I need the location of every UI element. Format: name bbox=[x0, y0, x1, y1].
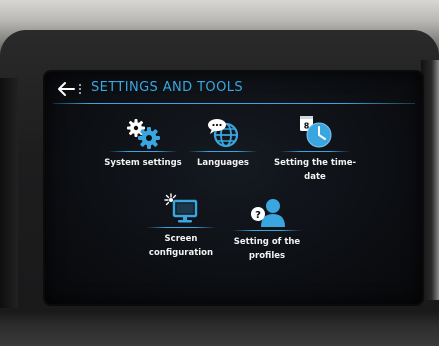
tile-underline bbox=[146, 227, 216, 228]
tile-label: Setting the time-date bbox=[274, 158, 356, 182]
tile-underline bbox=[108, 151, 178, 152]
profile-question-icon: ? bbox=[251, 199, 285, 227]
back-arrow-icon bbox=[58, 82, 75, 96]
globe-speech-icon bbox=[208, 119, 239, 148]
tile-underline bbox=[280, 151, 350, 152]
screen-header: SETTINGS AND TOOLS bbox=[45, 72, 422, 104]
tile-screen-configuration[interactable]: Screen configuration bbox=[141, 192, 221, 260]
tile-label: Screen configuration bbox=[148, 234, 214, 258]
bottom-trim bbox=[0, 312, 439, 346]
infotainment-screen: SETTINGS AND TOOLS System settings Langu… bbox=[45, 72, 422, 304]
monitor-brightness-icon bbox=[164, 193, 198, 223]
tile-setting-time-date[interactable]: 8 Setting the time-date bbox=[273, 116, 357, 184]
calendar-day: 8 bbox=[304, 122, 310, 131]
tile-label: Languages bbox=[197, 158, 249, 168]
tile-system-settings[interactable]: System settings bbox=[93, 116, 193, 170]
gears-icon bbox=[127, 119, 160, 149]
tile-label: Setting of the profiles bbox=[233, 237, 301, 261]
tile-label: System settings bbox=[104, 158, 182, 168]
header-divider bbox=[53, 103, 415, 104]
bezel-right-edge bbox=[421, 60, 439, 300]
calendar-clock-icon: 8 bbox=[300, 116, 332, 148]
back-button[interactable] bbox=[55, 80, 77, 98]
tile-underline bbox=[188, 151, 258, 152]
tile-underline bbox=[232, 230, 302, 231]
tile-languages[interactable]: Languages bbox=[183, 116, 263, 170]
tile-setting-profiles[interactable]: ? Setting of the profiles bbox=[225, 195, 309, 263]
vertical-dots-icon[interactable] bbox=[78, 81, 82, 95]
page-title: SETTINGS AND TOOLS bbox=[91, 80, 243, 95]
svg-text:?: ? bbox=[255, 210, 261, 221]
bezel-left-strip bbox=[0, 78, 18, 308]
